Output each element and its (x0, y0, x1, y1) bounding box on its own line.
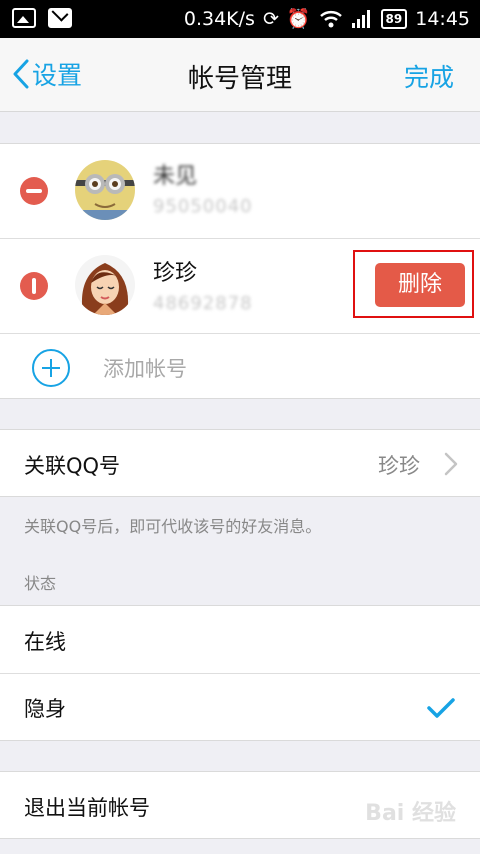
logout-label: 退出当前帐号 (24, 796, 150, 820)
signal-icon (351, 10, 370, 28)
clock: 14:45 (415, 8, 470, 30)
linked-qq-hint: 关联QQ号后，即可代收该号的好友消息。 (24, 517, 322, 536)
delete-highlight: 删除 (353, 250, 474, 318)
account-name: 珍珍 (153, 261, 198, 286)
delete-button[interactable]: 删除 (375, 263, 465, 307)
add-account-row[interactable] (0, 334, 480, 398)
alarm-icon: ⏰ (286, 7, 311, 30)
wifi-icon (319, 11, 342, 28)
account-number: 95050040 (153, 196, 253, 217)
status-section-header: 状态 (24, 574, 57, 593)
done-button[interactable]: 完成 (404, 58, 454, 94)
remove-account-icon[interactable] (20, 177, 48, 205)
status-option-label: 隐身 (24, 697, 66, 721)
nav-bar: 设置 帐号管理 完成 (0, 38, 480, 112)
network-speed: 0.34K/s (183, 8, 255, 30)
status-option-invisible[interactable]: 隐身 (0, 674, 480, 740)
minion-avatar (75, 160, 135, 220)
girl-avatar (75, 255, 135, 315)
mail-icon (48, 8, 72, 28)
status-option-online[interactable]: 在线 (0, 606, 480, 673)
linked-qq-value: 珍珍 (378, 454, 420, 478)
linked-qq-row[interactable]: 关联QQ号 珍珍 (0, 429, 480, 497)
image-icon (12, 8, 36, 28)
account-number: 48692878 (153, 293, 253, 314)
linked-qq-label: 关联QQ号 (24, 454, 121, 478)
status-option-label: 在线 (24, 630, 66, 654)
status-bar: 0.34K/s ⟳ ⏰ 89 14:45 (0, 0, 480, 38)
battery-icon: 89 (380, 9, 408, 29)
add-account-label[interactable]: 添加帐号 (103, 353, 187, 383)
sync-icon: ⟳ (262, 7, 279, 30)
remove-account-icon[interactable] (20, 272, 48, 300)
add-icon[interactable] (32, 349, 70, 387)
account-name: 未见 (153, 164, 198, 189)
chevron-right-icon (444, 452, 458, 476)
account-row[interactable]: 未见 95050040 (0, 144, 480, 238)
watermark: Bai 经验 (365, 801, 456, 826)
checkmark-icon (427, 698, 455, 718)
